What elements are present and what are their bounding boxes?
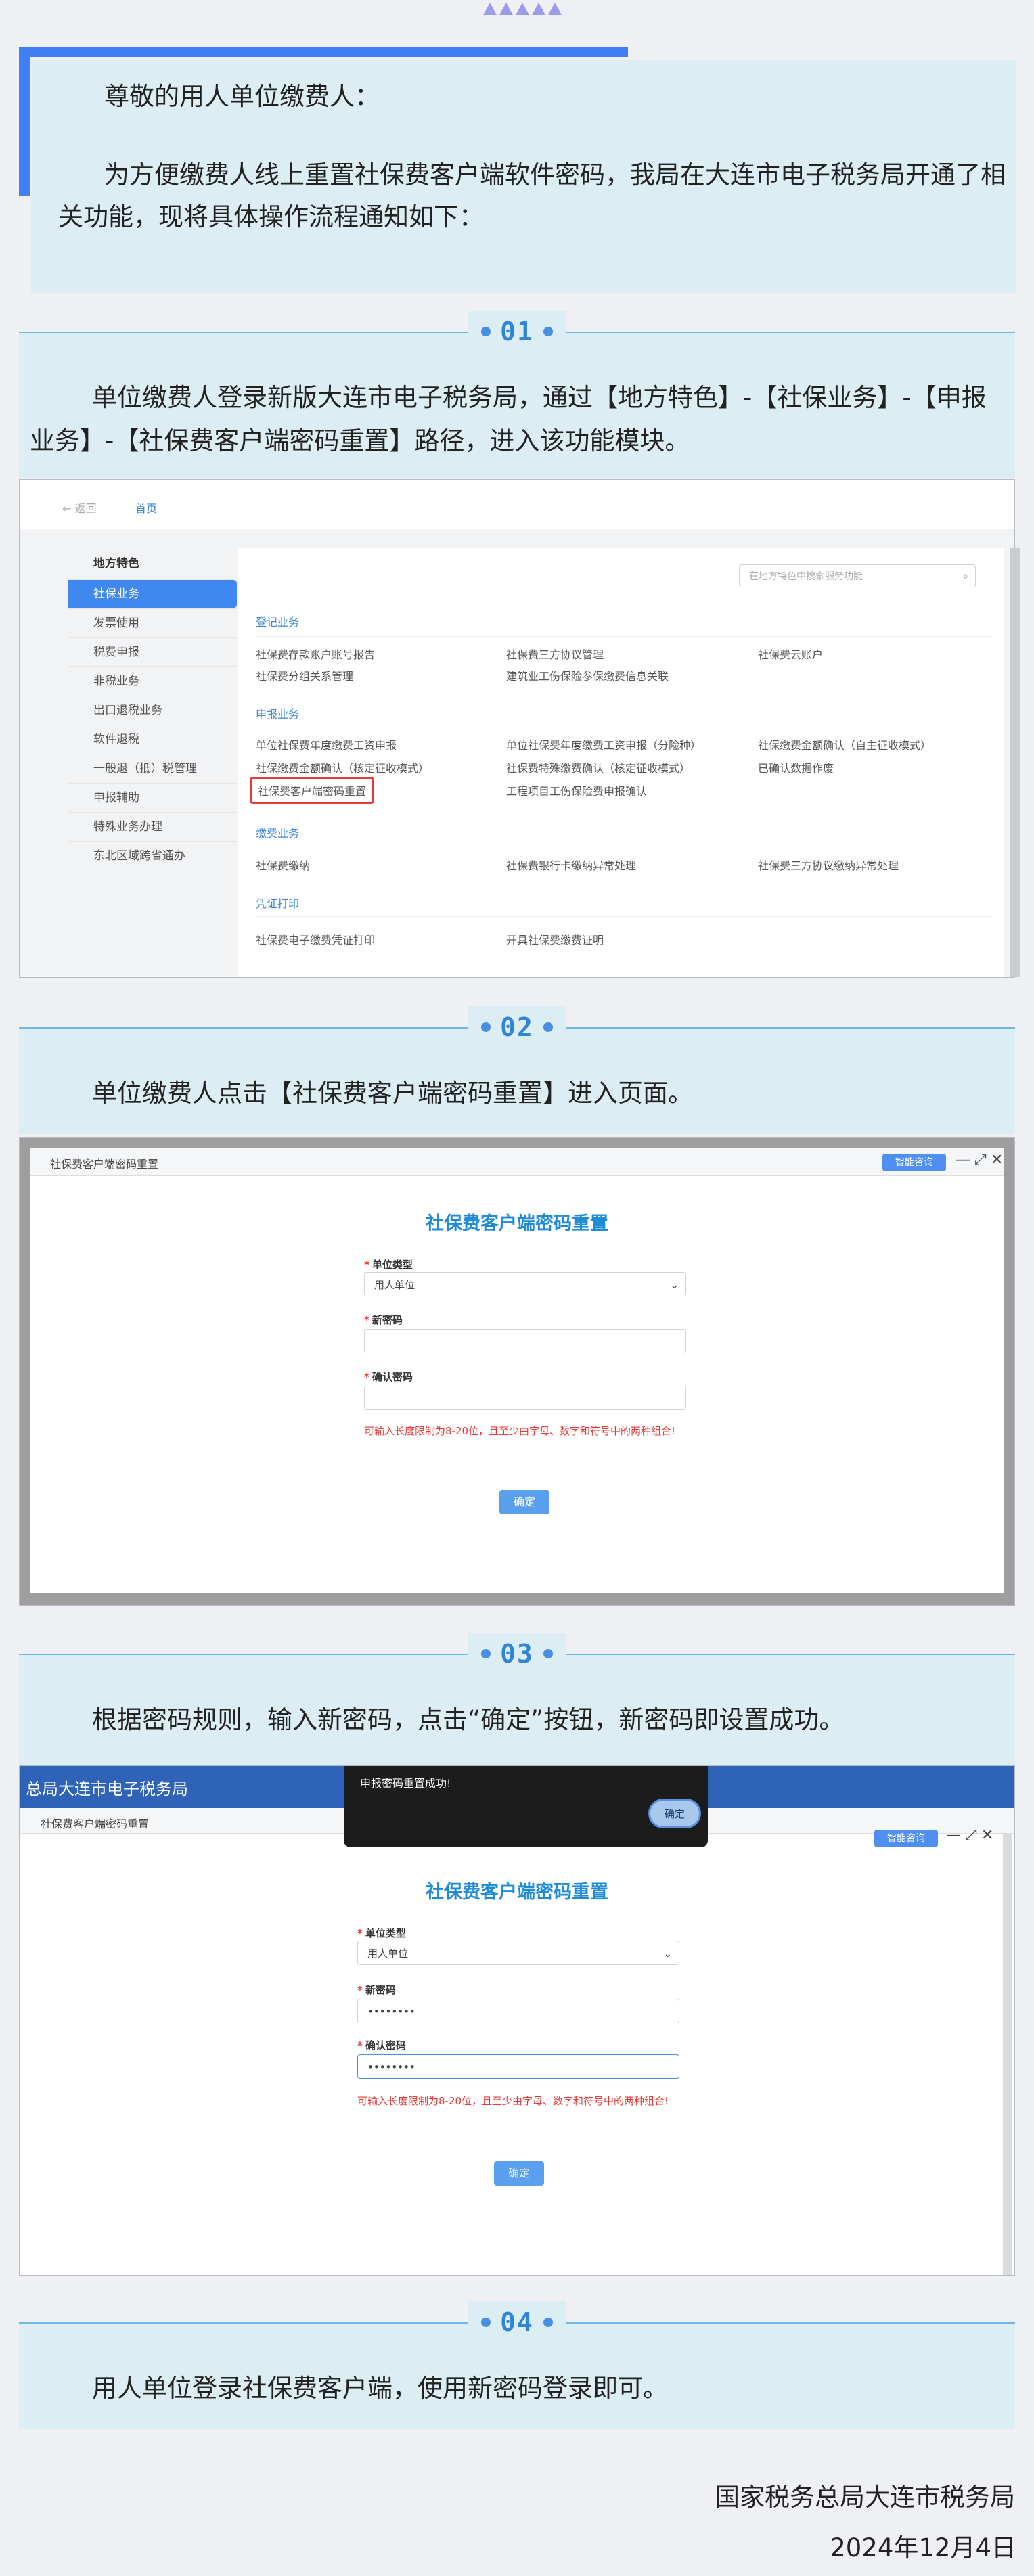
- step-03-text: 根据密码规则，输入新密码，点击“确定”按钮，新密码即设置成功。: [92, 1705, 845, 1734]
- unit-type-select[interactable]: 用人单位 ⌄: [364, 1272, 686, 1296]
- close-icon[interactable]: ✕: [991, 1152, 1003, 1169]
- unit-type-label: * 单位类型: [364, 1259, 413, 1271]
- home-link[interactable]: 首页: [135, 499, 157, 516]
- link[interactable]: 社保缴费金额确认（核定征收模式）: [256, 759, 429, 775]
- confirm-password-input[interactable]: [364, 1386, 686, 1410]
- intro-panel: 尊敬的用人单位缴费人： 为方便缴费人线上重置社保费客户端软件密码，我局在大连市电…: [31, 60, 1016, 293]
- password-hint: 可输入长度限制为8-20位，且至少由字母、数字和符号中的两种组合!: [364, 1425, 676, 1437]
- section-title: 申报业务: [256, 708, 300, 721]
- chevron-down-icon: ⌄: [670, 1279, 679, 1291]
- link[interactable]: 社保费存款账户账号报告: [256, 646, 375, 662]
- confirm-button[interactable]: 确定: [499, 1490, 549, 1514]
- screenshot-1: ← 返回 首页 地方特色 社保业务 发票使用 税费申报 非税业务 出口退税业务 …: [19, 479, 1020, 978]
- link[interactable]: 单位社保费年度缴费工资申报: [256, 736, 397, 752]
- sidebar-item-general-refund[interactable]: 一般退（抵）税管理: [68, 754, 237, 783]
- step-02-text: 单位缴费人点击【社保费客户端密码重置】进入页面。: [92, 1079, 693, 1108]
- sidebar-item-social[interactable]: 社保业务: [68, 579, 237, 608]
- screenshot-2: 社保费客户端密码重置 智能咨询 — ⤢ ✕ 社保费客户端密码重置 * 单位类型 用…: [19, 1137, 1015, 1606]
- step-badge-01: 01: [468, 311, 566, 353]
- maximize-icon[interactable]: ⤢: [965, 1827, 977, 1844]
- link[interactable]: 开具社保费缴费证明: [506, 931, 604, 947]
- minimize-icon[interactable]: —: [956, 1152, 970, 1169]
- unit-type-label: * 单位类型: [357, 1927, 406, 1939]
- new-password-label: * 新密码: [364, 1314, 403, 1326]
- step-01-text: 单位缴费人登录新版大连市电子税务局，通过【地方特色】-【社保业务】-【申报业务】…: [30, 383, 987, 455]
- intro-accent-bar-left: [19, 47, 30, 196]
- link[interactable]: 单位社保费年度缴费工资申报（分险种）: [506, 736, 701, 752]
- content-area: 在地方特色中搜索服务功能 ⌕ 登记业务 社保费存款账户账号报告 社保费三方协议管…: [238, 548, 1020, 977]
- step-badge-04: 04: [468, 2301, 566, 2343]
- new-password-label: * 新密码: [357, 1984, 396, 1996]
- app-title: 总局大连市电子税务局: [26, 1780, 188, 1799]
- search-icon: ⌕: [963, 571, 968, 582]
- link[interactable]: 社保费银行卡缴纳异常处理: [506, 857, 636, 873]
- window-title: 社保费客户端密码重置: [41, 1817, 150, 1830]
- confirm-password-label: * 确认密码: [357, 2039, 406, 2052]
- form-title: 社保费客户端密码重置: [426, 1882, 608, 1903]
- confirm-button[interactable]: 确定: [494, 2161, 544, 2186]
- link[interactable]: 社保费三方协议缴纳异常处理: [758, 857, 899, 873]
- link[interactable]: 工程项目工伤保险费申报确认: [506, 782, 647, 798]
- section-title: 登记业务: [256, 616, 300, 629]
- toast-ok-button[interactable]: 确定: [648, 1799, 701, 1828]
- sidebar-item-northeast[interactable]: 东北区域跨省通办: [68, 841, 237, 870]
- sidebar-item-nontax[interactable]: 非税业务: [68, 666, 237, 696]
- new-password-input[interactable]: [364, 1329, 686, 1353]
- intro-body: 为方便缴费人线上重置社保费客户端软件密码，我局在大连市电子税务局开通了相关功能，…: [58, 160, 1006, 231]
- maximize-icon[interactable]: ⤢: [974, 1152, 987, 1169]
- sidebar-item-invoice[interactable]: 发票使用: [68, 608, 237, 637]
- scrollbar[interactable]: [1003, 1834, 1012, 2275]
- link[interactable]: 社保费特殊缴费确认（核定征收模式）: [506, 759, 690, 775]
- screenshot-3: 总局大连市电子税务局 社保费客户端密码重置 智能咨询 — ⤢ ✕ 申报密码重置成…: [19, 1765, 1015, 2276]
- sidebar-item-tax-declare[interactable]: 税费申报: [68, 637, 237, 666]
- toast-message: 申报密码重置成功!: [360, 1777, 451, 1790]
- search-input[interactable]: 在地方特色中搜索服务功能 ⌕: [739, 564, 976, 587]
- form-window: 社保费客户端密码重置 智能咨询 — ⤢ ✕ 社保费客户端密码重置 * 单位类型 用…: [30, 1148, 1004, 1593]
- footer-org: 国家税务总局大连市税务局: [715, 2483, 1015, 2512]
- link[interactable]: 已确认数据作废: [758, 759, 834, 775]
- link[interactable]: 社保缴费金额确认（自主征收模式）: [758, 736, 931, 752]
- form-title: 社保费客户端密码重置: [426, 1213, 608, 1234]
- guide-button[interactable]: 智能咨询: [874, 1830, 938, 1847]
- sidebar-item-software-refund[interactable]: 软件退税: [68, 725, 237, 754]
- intro-accent-bar: [19, 47, 628, 57]
- sidebar-title: 地方特色: [93, 557, 139, 570]
- guide-button[interactable]: 智能咨询: [882, 1154, 946, 1171]
- unit-type-select[interactable]: 用人单位 ⌄: [357, 1941, 679, 1965]
- chevron-down-icon: ⌄: [663, 1947, 672, 1960]
- link[interactable]: 社保费电子缴费凭证打印: [256, 931, 375, 947]
- back-link[interactable]: ← 返回: [62, 499, 97, 516]
- scrollbar[interactable]: [1010, 548, 1020, 977]
- sidebar-item-export-refund[interactable]: 出口退税业务: [68, 696, 237, 725]
- minimize-icon[interactable]: —: [946, 1827, 961, 1844]
- link[interactable]: 建筑业工伤保险参保缴费信息关联: [506, 667, 669, 683]
- link[interactable]: 社保费分组关系管理: [256, 667, 353, 683]
- new-password-input[interactable]: ••••••••: [357, 1999, 679, 2023]
- close-icon[interactable]: ✕: [981, 1827, 993, 1844]
- confirm-password-label: * 确认密码: [364, 1371, 413, 1383]
- confirm-password-input[interactable]: ••••••••: [357, 2054, 679, 2079]
- step-badge-03: 03: [468, 1633, 566, 1675]
- link[interactable]: 社保费缴纳: [256, 857, 310, 873]
- password-reset-link[interactable]: 社保费客户端密码重置: [250, 777, 374, 804]
- salutation: 尊敬的用人单位缴费人：: [104, 82, 380, 111]
- success-toast: 申报密码重置成功! 确定: [344, 1766, 708, 1847]
- sidebar: 地方特色 社保业务 发票使用 税费申报 非税业务 出口退税业务 软件退税 一般退…: [68, 548, 237, 870]
- top-decoration: [483, 3, 562, 19]
- link[interactable]: 社保费三方协议管理: [506, 646, 604, 662]
- footer-date: 2024年12月4日: [830, 2533, 1016, 2562]
- section-title: 缴费业务: [256, 827, 300, 840]
- sidebar-item-declare-aid[interactable]: 申报辅助: [68, 783, 237, 812]
- window-title: 社保费客户端密码重置: [50, 1158, 159, 1171]
- sidebar-item-special[interactable]: 特殊业务办理: [68, 812, 237, 841]
- step-04-text: 用人单位登录社保费客户端，使用新密码登录即可。: [92, 2374, 668, 2403]
- link[interactable]: 社保费云账户: [758, 646, 823, 662]
- password-hint: 可输入长度限制为8-20位，且至少由字母、数字和符号中的两种组合!: [357, 2095, 669, 2107]
- section-title: 凭证打印: [256, 897, 300, 910]
- step-badge-02: 02: [468, 1006, 566, 1048]
